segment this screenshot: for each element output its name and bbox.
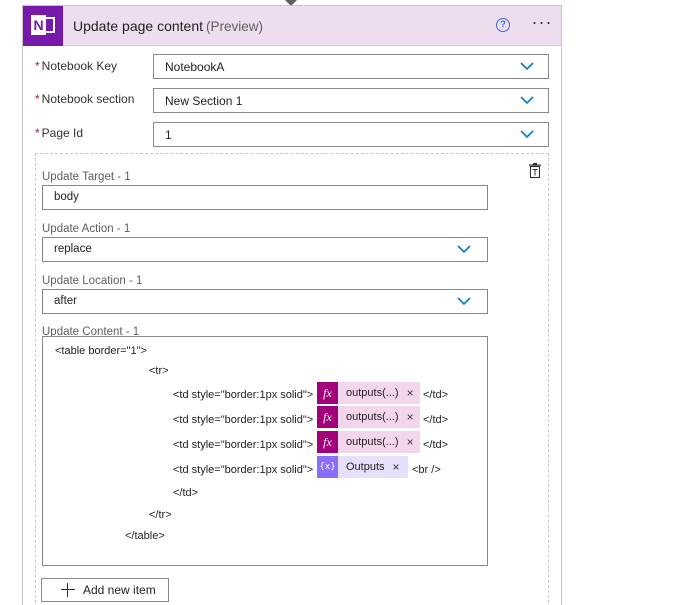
code-line: </td> (423, 389, 449, 401)
action-card: N Update page content (Preview) ? ··· * No… (22, 5, 562, 605)
onenote-icon: N (23, 6, 63, 46)
update-target-label: Update Target - 1 (42, 171, 131, 183)
action-title: Update page content (Preview) (73, 18, 263, 34)
code-line: <td style="border:1px solid"> (173, 389, 314, 401)
code-line: </td> (423, 414, 449, 426)
remove-token-icon[interactable]: × (393, 460, 400, 474)
update-content-editor[interactable]: <table border="1"> <tr> <td style="borde… (42, 336, 488, 566)
preview-tag: (Preview) (206, 19, 264, 34)
code-line: <td style="border:1px solid"> (173, 439, 314, 451)
required-mark: * (35, 92, 40, 106)
chevron-down-icon[interactable] (457, 244, 471, 254)
token-label: outputs(...) (346, 387, 399, 399)
notebook-section-dropdown[interactable]: New Section 1 (153, 88, 549, 113)
notebook-section-label-text: Notebook section (41, 92, 135, 106)
remove-token-icon[interactable]: × (407, 435, 414, 449)
update-target-input[interactable]: body (42, 185, 488, 210)
action-header[interactable]: N Update page content (Preview) ? ··· (23, 6, 561, 46)
required-mark: * (35, 59, 40, 73)
variable-icon: {x} (317, 456, 338, 478)
more-options-icon[interactable]: ··· (531, 13, 553, 34)
token-label: outputs(...) (346, 436, 399, 448)
page-id-dropdown[interactable]: 1 (153, 122, 549, 147)
expression-token[interactable]: fx outputs(...) × (317, 406, 420, 428)
page-id-label-text: Page Id (41, 126, 84, 140)
help-circle-icon[interactable]: ? (496, 18, 510, 32)
fx-icon: fx (317, 431, 338, 453)
notebook-key-value: NotebookA (165, 60, 225, 74)
code-line: <br /> (412, 464, 441, 476)
token-label: outputs(...) (346, 411, 399, 423)
fx-icon: fx (317, 406, 338, 428)
fx-icon: fx (317, 382, 338, 404)
expression-token[interactable]: fx outputs(...) × (317, 431, 420, 453)
plus-icon (61, 583, 75, 597)
update-target-value: body (54, 191, 79, 203)
update-action-label: Update Action - 1 (42, 223, 131, 235)
chevron-down-icon[interactable] (520, 95, 534, 105)
code-line: <tr> (149, 365, 169, 377)
add-new-item-button[interactable]: Add new item (41, 578, 169, 602)
code-line: </table> (125, 530, 165, 542)
page-id-label: * Page Id (35, 126, 83, 140)
code-line: </td> (173, 487, 199, 499)
token-label: Outputs (346, 461, 385, 473)
chevron-down-icon[interactable] (520, 129, 534, 139)
code-line: <table border="1"> (55, 345, 147, 357)
code-line: </td> (423, 439, 449, 451)
update-item-panel: Update Target - 1 body Update Action - 1… (35, 153, 549, 605)
required-mark: * (35, 126, 40, 140)
update-action-dropdown[interactable]: replace (42, 237, 488, 262)
expression-token[interactable]: fx outputs(...) × (317, 382, 420, 404)
chevron-down-icon[interactable] (457, 296, 471, 306)
variable-token[interactable]: {x} Outputs × (317, 456, 408, 478)
notebook-key-dropdown[interactable]: NotebookA (153, 54, 549, 79)
notebook-section-value: New Section 1 (165, 94, 243, 108)
remove-token-icon[interactable]: × (407, 386, 414, 400)
notebook-key-label-text: Notebook Key (41, 59, 118, 73)
code-line: </tr> (149, 509, 172, 521)
notebook-key-label: * Notebook Key (35, 59, 117, 73)
remove-token-icon[interactable]: × (407, 410, 414, 424)
update-location-dropdown[interactable]: after (42, 289, 488, 314)
page-id-value: 1 (165, 128, 172, 142)
notebook-section-label: * Notebook section (35, 92, 134, 106)
code-line: <td style="border:1px solid"> (173, 414, 314, 426)
action-title-text: Update page content (73, 18, 203, 34)
delete-item-icon[interactable] (527, 163, 543, 179)
update-action-value: replace (54, 243, 92, 255)
update-location-value: after (54, 295, 78, 307)
update-location-label: Update Location - 1 (42, 275, 143, 287)
add-new-item-label: Add new item (83, 583, 156, 597)
code-line: <td style="border:1px solid"> (173, 464, 314, 476)
chevron-down-icon[interactable] (520, 61, 534, 71)
